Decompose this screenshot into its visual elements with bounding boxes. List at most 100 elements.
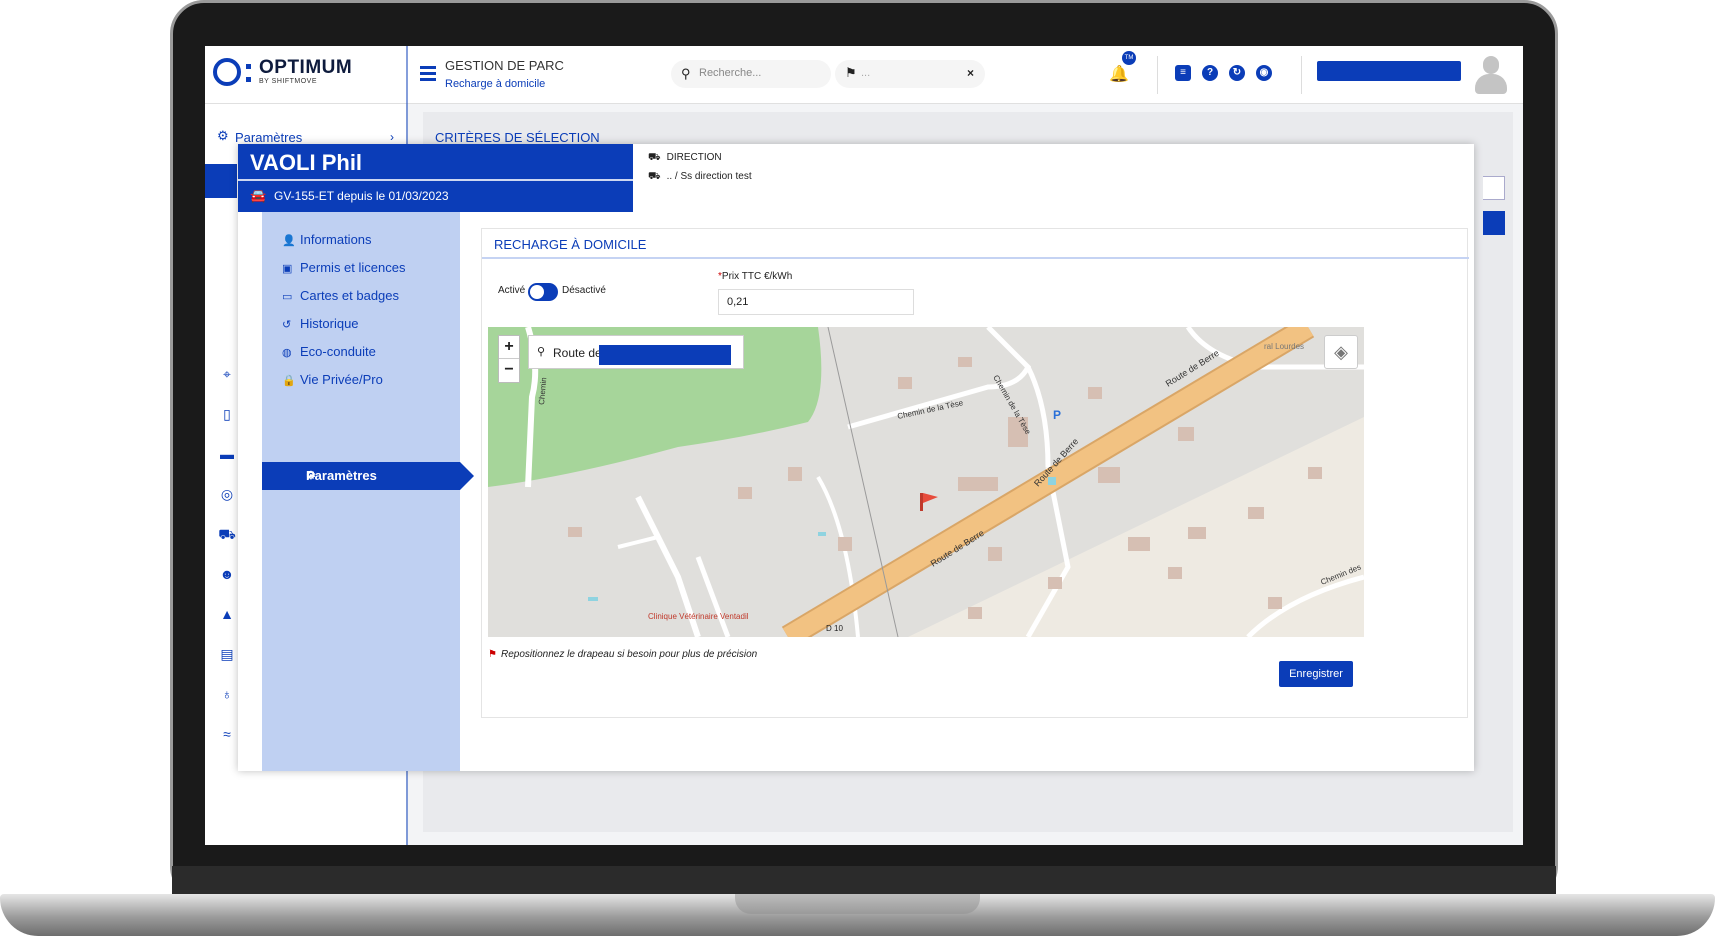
submenu-eco-conduite[interactable]: ◍ Eco-conduite: [282, 338, 458, 366]
submenu-label: Historique: [300, 316, 359, 331]
gears-icon: ⚙: [217, 128, 229, 143]
svg-text:D 10: D 10: [826, 624, 843, 633]
submenu-label: Vie Privée/Pro: [300, 372, 383, 387]
breadcrumb-section: GESTION DE PARC: [445, 58, 564, 73]
flag-hint: ⚑ Repositionnez le drapeau si besoin pour…: [488, 649, 757, 660]
cars-icon[interactable]: ⛟: [217, 526, 237, 545]
direction-line: ⛟ DIRECTION: [648, 152, 722, 165]
menu-icon[interactable]: [420, 66, 436, 81]
location-input[interactable]: ⚑ ... ×: [835, 60, 985, 88]
briefcase-icon[interactable]: ▬: [217, 446, 237, 462]
phone-icon[interactable]: ▯: [217, 406, 237, 423]
map[interactable]: Route de Berre Route de Berre Route de B…: [488, 327, 1364, 637]
criteria-input[interactable]: [1483, 176, 1505, 200]
refresh-icon[interactable]: ↻: [1229, 65, 1245, 81]
laptop-notch: [735, 894, 980, 914]
driver-name: VAOLI Phil: [250, 150, 363, 175]
credit-card-icon: ▭: [282, 291, 293, 303]
sidebar-active-item[interactable]: [205, 164, 237, 198]
address-redacted: [599, 345, 731, 365]
lightbulb-icon[interactable]: ♁: [217, 686, 237, 702]
subdirection-label: .. / Ss direction test: [666, 171, 752, 182]
criteria-button[interactable]: [1483, 211, 1505, 235]
vehicle-assignment: GV-155-ET depuis le 01/03/2023: [274, 189, 449, 203]
divider: [1157, 56, 1158, 94]
users-icon[interactable]: ☻: [217, 566, 237, 582]
driver-submenu: 👤 Informations ▣ Permis et licences ▭ Carte…: [262, 212, 474, 771]
brand-name: OPTIMUM: [259, 57, 353, 78]
submenu-label: Permis et licences: [300, 260, 406, 275]
user-icon: 👤: [282, 235, 296, 247]
flag-icon: ⚑: [488, 649, 497, 660]
svg-text:Clinique Vétérinaire Ventadil: Clinique Vétérinaire Ventadil: [648, 612, 749, 621]
optimum-logo[interactable]: OPTIMUM BY SHIFTMOVE: [213, 57, 393, 98]
help-icon[interactable]: ?: [1202, 65, 1218, 81]
direction-label: DIRECTION: [666, 152, 722, 163]
bell-icon[interactable]: 🔔: [1109, 64, 1129, 84]
submenu-parametres[interactable]: ⚙ Paramètres: [262, 462, 474, 490]
map-pin-icon[interactable]: ⌖: [217, 366, 237, 383]
documents-icon[interactable]: ▤: [217, 646, 237, 663]
search-icon: ⚲: [681, 66, 691, 81]
submenu-historique[interactable]: ↺ Historique: [282, 310, 458, 338]
avatar[interactable]: [1475, 56, 1507, 96]
cap-icon[interactable]: ▲: [217, 606, 237, 622]
location-placeholder: ...: [861, 67, 871, 79]
submenu-label: Eco-conduite: [300, 344, 376, 359]
layers-icon[interactable]: ◈: [1324, 335, 1358, 369]
submenu-label: Informations: [300, 232, 372, 247]
toggle-off-label: Désactivé: [562, 285, 606, 296]
submenu-informations[interactable]: 👤 Informations: [282, 226, 458, 254]
price-label: *Prix TTC €/kWh: [718, 271, 792, 282]
notification-badge: TM: [1122, 51, 1136, 65]
car-icon: ⛟: [648, 171, 661, 182]
id-card-icon: ▣: [282, 263, 293, 275]
toggle-on-label: Activé: [498, 285, 526, 296]
submenu-cartes[interactable]: ▭ Cartes et badges: [282, 282, 458, 310]
zoom-in-button[interactable]: +: [499, 336, 519, 359]
search-placeholder: Recherche...: [699, 67, 762, 79]
steering-wheel-icon[interactable]: ◎: [217, 486, 237, 503]
home-charging-toggle[interactable]: [528, 283, 558, 301]
search-input[interactable]: ⚲ Recherche...: [671, 60, 831, 88]
price-input[interactable]: 0,21: [718, 289, 914, 315]
database-icon[interactable]: ≡: [1175, 65, 1191, 81]
hint-text: Repositionnez le drapeau si besoin pour …: [500, 649, 758, 660]
save-button[interactable]: Enregistrer: [1279, 661, 1353, 687]
clear-icon[interactable]: ×: [967, 66, 974, 80]
criteria-title: CRITÈRES DE SÉLECTION: [435, 130, 600, 145]
search-icon: ⚲: [537, 346, 546, 358]
app-screen: ⚙ Paramètres › ⌖ ▯ ▬ ◎ ⛟ ☻ ▲ ▤ ♁ ≈ CRITÈ…: [205, 46, 1523, 845]
laptop-bezel: [172, 866, 1556, 896]
zoom-out-button[interactable]: −: [499, 359, 519, 382]
svg-text:P: P: [1053, 408, 1061, 422]
history-icon: ↺: [282, 319, 292, 331]
top-header: OPTIMUM BY SHIFTMOVE GESTION DE PARC Rec…: [205, 46, 1523, 104]
divider: [1301, 56, 1302, 94]
brand-sub: BY SHIFTMOVE: [259, 78, 317, 85]
address-search[interactable]: ⚲ Route de: [528, 335, 744, 369]
active-label: Paramètres: [306, 468, 377, 483]
submenu-label: Cartes et badges: [300, 288, 400, 303]
mileage-icon[interactable]: ≈: [217, 726, 237, 742]
breadcrumb-page[interactable]: Recharge à domicile: [445, 78, 545, 90]
submenu-vie-privee[interactable]: 🔒 Vie Privée/Pro: [282, 366, 458, 394]
sidebar-item-parametres[interactable]: Paramètres: [235, 130, 302, 145]
panel-title: RECHARGE À DOMICILE: [494, 237, 647, 252]
home-charging-panel: RECHARGE À DOMICILE Activé Désactivé *Pr…: [481, 228, 1469, 718]
address-prefix: Route de: [553, 346, 602, 360]
svg-text:ral Lourdes: ral Lourdes: [1264, 342, 1304, 351]
cars-icon: ⛟: [648, 152, 661, 163]
submenu-permis[interactable]: ▣ Permis et licences: [282, 254, 458, 282]
zoom-control: + −: [498, 335, 520, 383]
chevron-right-icon[interactable]: ›: [390, 130, 394, 144]
globe-icon[interactable]: ◉: [1256, 65, 1272, 81]
map-canvas[interactable]: Route de Berre Route de Berre Route de B…: [488, 327, 1364, 637]
car-icon: 🚘: [250, 188, 267, 203]
subdirection-line: ⛟ .. / Ss direction test: [648, 171, 752, 184]
driver-card: VAOLI Phil 🚘 GV-155-ET depuis le 01/03/2…: [238, 144, 1474, 771]
driver-header: VAOLI Phil 🚘 GV-155-ET depuis le 01/03/2…: [238, 144, 633, 212]
price-label-text: Prix TTC €/kWh: [721, 271, 793, 282]
map-marker-icon: ⚑: [845, 65, 857, 80]
user-name-redacted[interactable]: [1317, 61, 1461, 81]
